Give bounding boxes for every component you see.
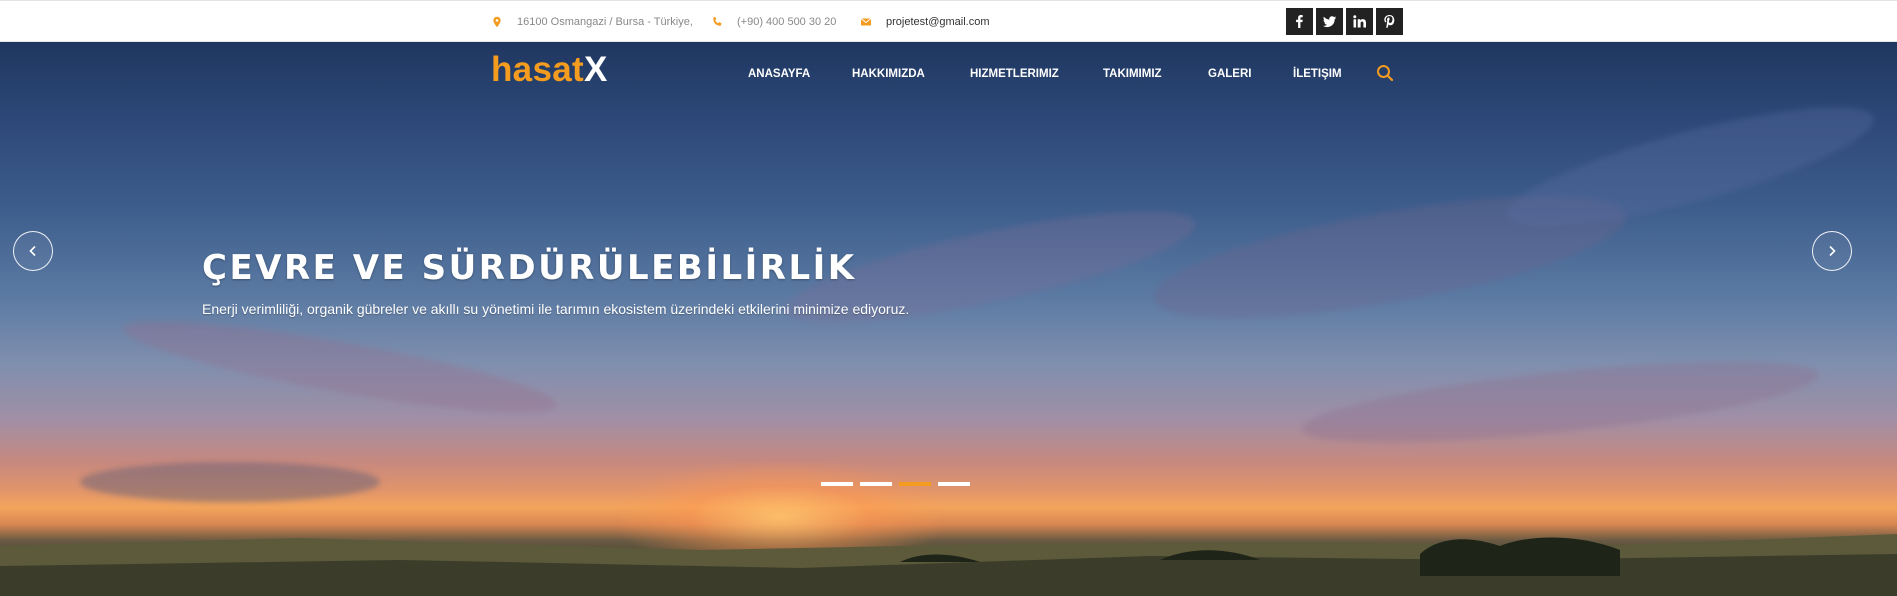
email-link[interactable]: projetest@gmail.com <box>886 16 989 28</box>
facebook-icon <box>1296 15 1303 28</box>
chevron-right-icon <box>1829 245 1836 257</box>
hero-slider <box>0 42 1897 596</box>
map-marker-icon <box>493 16 501 28</box>
site-logo[interactable]: hasatX <box>491 50 608 90</box>
slider-prev-button[interactable] <box>13 231 53 271</box>
email-info: projetest@gmail.com <box>860 1 989 43</box>
landscape-silhouette <box>0 534 1897 596</box>
search-button[interactable] <box>1376 64 1394 82</box>
chevron-left-icon <box>29 245 36 257</box>
logo-text-primary: hasat <box>491 50 584 89</box>
nav-item-hizmetlerimiz[interactable]: HIZMETLERIMIZ <box>970 68 1059 80</box>
address-text: 16100 Osmangazi / Bursa - Türkiye, <box>517 16 693 28</box>
logo-text-accent: X <box>583 50 608 89</box>
slider-dot[interactable] <box>899 482 931 486</box>
address-info: 16100 Osmangazi / Bursa - Türkiye, <box>491 1 693 43</box>
envelope-icon <box>860 18 872 26</box>
nav-item-anasayfa[interactable]: ANASAYFA <box>748 68 810 80</box>
cloud-decoration <box>119 304 561 430</box>
slide-title: ÇEVRE VE SÜRDÜRÜLEBİLİRLİK <box>202 248 857 288</box>
cloud-decoration <box>1298 344 1822 460</box>
facebook-button[interactable] <box>1286 8 1313 35</box>
twitter-icon <box>1323 16 1336 28</box>
slider-dot[interactable] <box>938 482 970 486</box>
phone-text[interactable]: (+90) 400 500 30 20 <box>737 16 836 28</box>
slider-next-button[interactable] <box>1812 231 1852 271</box>
nav-item-galeri[interactable]: GALERI <box>1208 68 1251 80</box>
nav-item-hakkimizda[interactable]: HAKKIMIZDA <box>852 68 925 80</box>
linkedin-button[interactable] <box>1346 8 1373 35</box>
slider-dot[interactable] <box>860 482 892 486</box>
phone-icon <box>713 17 722 26</box>
nav-item-takimimiz[interactable]: TAKIMIMIZ <box>1103 68 1162 80</box>
pinterest-icon <box>1384 15 1395 28</box>
search-icon <box>1377 65 1394 82</box>
slide-description: Enerji verimliliği, organik gübreler ve … <box>202 301 910 317</box>
top-bar: 16100 Osmangazi / Bursa - Türkiye, (+90)… <box>0 0 1897 42</box>
pinterest-button[interactable] <box>1376 8 1403 35</box>
twitter-button[interactable] <box>1316 8 1343 35</box>
slider-pagination <box>821 482 970 486</box>
linkedin-icon <box>1353 15 1366 28</box>
cloud-decoration <box>1497 84 1883 250</box>
slider-dot[interactable] <box>821 482 853 486</box>
social-links <box>1286 8 1403 35</box>
nav-item-iletisim[interactable]: İLETIŞIM <box>1293 68 1342 80</box>
cloud-decoration <box>80 462 380 502</box>
phone-info: (+90) 400 500 30 20 <box>711 1 836 43</box>
